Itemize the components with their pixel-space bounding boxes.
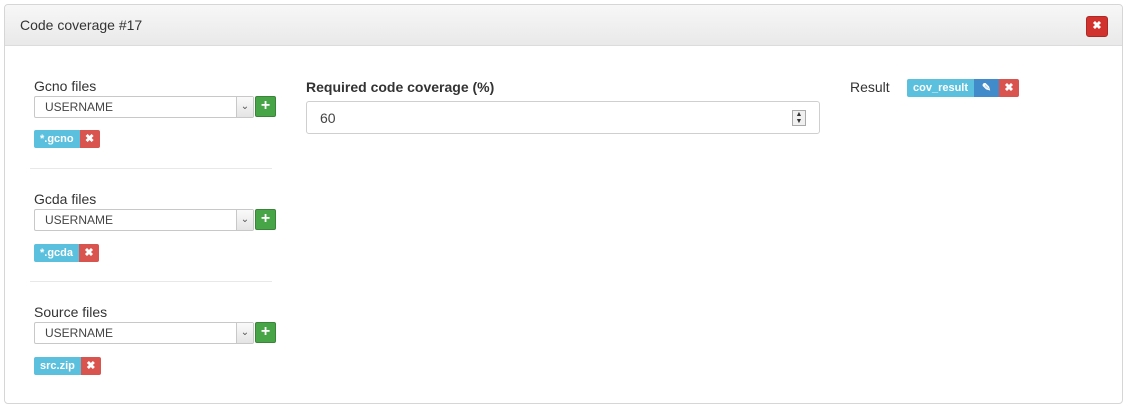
chevron-down-icon: ⌄ <box>236 97 253 117</box>
code-coverage-panel: Code coverage #17 ✖ <box>4 4 1123 404</box>
remove-icon: ✖ <box>86 360 96 372</box>
spin-down-icon: ▼ <box>795 118 803 125</box>
source-files-label: Source files <box>34 304 108 320</box>
gcno-tag: *.gcno ✖ <box>34 130 100 148</box>
source-tag: src.zip ✖ <box>34 357 101 375</box>
gcda-files-select[interactable]: USERNAME ⌄ <box>34 209 254 231</box>
section-divider <box>30 168 272 169</box>
plus-icon: + <box>260 97 271 114</box>
pencil-icon: ✎ <box>981 82 992 94</box>
remove-gcno-tag-button[interactable]: ✖ <box>79 130 100 148</box>
add-gcno-button[interactable]: + <box>255 96 276 117</box>
chevron-down-icon: ⌄ <box>236 210 253 230</box>
source-select-value: USERNAME <box>45 326 114 340</box>
gcno-tag-label: *.gcno <box>34 130 80 148</box>
result-label: Result <box>850 79 890 95</box>
remove-result-button[interactable]: ✖ <box>999 79 1020 97</box>
gcda-tag-label: *.gcda <box>34 244 80 262</box>
spin-up-icon: ▲ <box>795 111 803 118</box>
gcno-files-label: Gcno files <box>34 78 97 94</box>
add-gcda-button[interactable]: + <box>255 209 276 230</box>
gcda-tag: *.gcda ✖ <box>34 244 100 262</box>
source-files-select[interactable]: USERNAME ⌄ <box>34 322 254 344</box>
result-tag-label: cov_result <box>907 79 975 97</box>
plus-icon: + <box>260 323 271 340</box>
remove-icon: ✖ <box>85 133 95 145</box>
required-coverage-label: Required code coverage (%) <box>306 79 495 95</box>
panel-heading: Code coverage #17 ✖ <box>5 5 1122 46</box>
remove-source-tag-button[interactable]: ✖ <box>80 357 101 375</box>
result-tag: cov_result ✎ ✖ <box>907 79 1020 97</box>
add-source-button[interactable]: + <box>255 322 276 343</box>
close-icon: ✖ <box>1092 20 1102 32</box>
section-divider <box>30 281 272 282</box>
required-coverage-value: 60 <box>320 110 336 126</box>
close-panel-button[interactable]: ✖ <box>1086 16 1108 37</box>
gcno-select-value: USERNAME <box>45 100 114 114</box>
remove-gcda-tag-button[interactable]: ✖ <box>79 244 100 262</box>
chevron-down-icon: ⌄ <box>236 323 253 343</box>
gcda-files-label: Gcda files <box>34 191 97 207</box>
gcno-files-select[interactable]: USERNAME ⌄ <box>34 96 254 118</box>
source-tag-label: src.zip <box>34 357 81 375</box>
edit-result-button[interactable]: ✎ <box>974 79 1000 97</box>
plus-icon: + <box>260 210 271 227</box>
remove-icon: ✖ <box>84 247 94 259</box>
number-spinner[interactable]: ▲ ▼ <box>792 110 806 126</box>
required-coverage-input[interactable]: 60 ▲ ▼ <box>306 101 820 134</box>
remove-icon: ✖ <box>1004 82 1014 94</box>
gcda-select-value: USERNAME <box>45 213 114 227</box>
panel-title: Code coverage #17 <box>20 17 143 33</box>
